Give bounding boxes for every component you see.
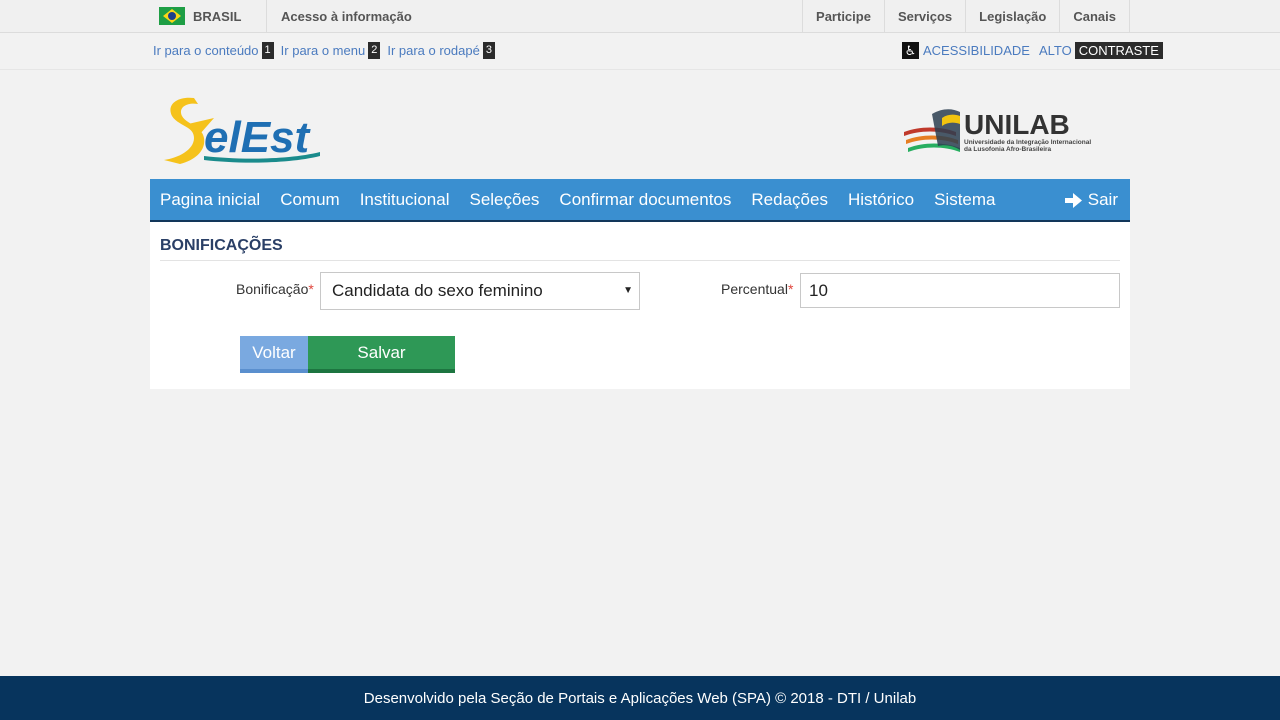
unilab-subtitle-2: da Lusofonia Afro-Brasileira xyxy=(964,146,1052,153)
wheelchair-icon: ♿ xyxy=(902,42,919,59)
logout-label: Sair xyxy=(1087,190,1118,209)
brazil-flag-icon xyxy=(159,7,185,25)
nav-item-comum[interactable]: Comum xyxy=(280,190,340,210)
skip-to-menu-link[interactable]: Ir para o menu xyxy=(281,43,366,58)
percentual-input[interactable]: 10 xyxy=(800,273,1120,308)
acesso-informacao-link[interactable]: Acesso à informação xyxy=(267,0,802,32)
selest-logo[interactable]: elEst xyxy=(158,94,323,166)
bonificacao-label: Bonificação* xyxy=(236,281,314,297)
accessibility-bar: Ir para o conteúdo 1 Ir para o menu 2 Ir… xyxy=(0,33,1280,70)
legislacao-link[interactable]: Legislação xyxy=(965,0,1059,32)
unilab-logo[interactable]: UNILAB Universidade da Integração Intern… xyxy=(902,104,1122,158)
nav-item-sistema[interactable]: Sistema xyxy=(934,190,995,210)
skip-to-content-key: 1 xyxy=(261,42,274,59)
gov-bar: BRASIL Acesso à informação Participe Ser… xyxy=(0,0,1280,33)
content-panel: BONIFICAÇÕES Bonificação* Candidata do s… xyxy=(150,222,1130,389)
arrow-right-icon xyxy=(1064,192,1082,208)
nav-item-institucional[interactable]: Institucional xyxy=(360,190,450,210)
canais-link[interactable]: Canais xyxy=(1059,0,1130,32)
nav-item-confirmar-documentos[interactable]: Confirmar documentos xyxy=(559,190,731,210)
participe-link[interactable]: Participe xyxy=(802,0,884,32)
nav-item-pagina-inicial[interactable]: Pagina inicial xyxy=(160,190,260,210)
svg-text:elEst: elEst xyxy=(204,113,312,162)
voltar-button[interactable]: Voltar xyxy=(240,336,308,373)
main-nav: Pagina inicial Comum Institucional Seleç… xyxy=(150,179,1130,223)
servicos-link[interactable]: Serviços xyxy=(883,0,965,32)
brasil-label: BRASIL xyxy=(193,8,242,24)
acessibilidade-link[interactable]: ACESSIBILIDADE xyxy=(923,43,1030,58)
required-mark: * xyxy=(308,281,314,297)
nav-item-historico[interactable]: Histórico xyxy=(848,190,914,210)
footer-text: Desenvolvido pela Seção de Portais e Apl… xyxy=(363,689,917,707)
nav-item-redacoes[interactable]: Redações xyxy=(751,190,828,210)
skip-to-footer-link[interactable]: Ir para o rodapé xyxy=(387,43,480,58)
nav-item-selecoes[interactable]: Seleções xyxy=(469,190,539,210)
logout-button[interactable]: Sair xyxy=(1064,190,1118,210)
skip-to-footer-key: 3 xyxy=(482,42,495,59)
footer: Desenvolvido pela Seção de Portais e Apl… xyxy=(0,676,1280,720)
page-title: BONIFICAÇÕES xyxy=(160,237,1120,261)
unilab-subtitle-1: Universidade da Integração Internacional xyxy=(964,139,1091,146)
contraste-link[interactable]: CONTRASTE xyxy=(1074,42,1163,59)
alto-contraste-link[interactable]: ALTO xyxy=(1039,43,1072,58)
skip-to-content-link[interactable]: Ir para o conteúdo xyxy=(153,43,259,58)
required-mark: * xyxy=(787,281,794,297)
bonificacao-select-value: Candidata do sexo feminino xyxy=(332,281,543,300)
percentual-label: Percentual* xyxy=(721,281,794,297)
skip-to-menu-key: 2 xyxy=(368,42,381,59)
salvar-button[interactable]: Salvar xyxy=(308,336,455,373)
unilab-logo-text: UNILAB xyxy=(964,109,1070,140)
bonificacao-select[interactable]: Candidata do sexo feminino ▼ xyxy=(320,272,640,310)
dropdown-arrow-icon: ▼ xyxy=(623,285,633,296)
brasil-link[interactable]: BRASIL xyxy=(150,0,267,32)
